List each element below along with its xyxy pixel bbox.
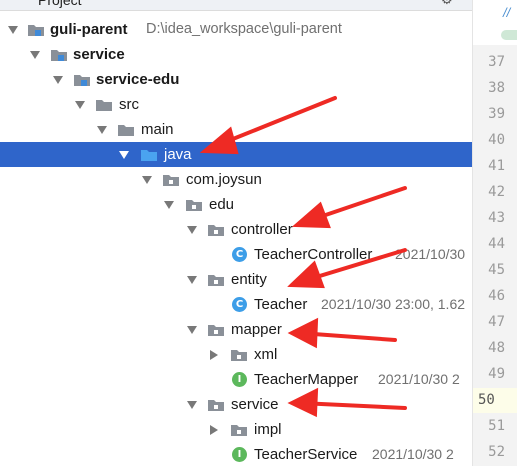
tree-row-teacher-mapper[interactable]: I TeacherMapper 2021/10/30 2 <box>0 367 472 392</box>
tree-row-teacher-service[interactable]: I TeacherService 2021/10/30 2 <box>0 442 472 467</box>
folder-icon <box>118 125 134 136</box>
tree-row-service-module[interactable]: service <box>0 42 472 67</box>
tree-label: main <box>141 121 174 138</box>
folder-icon <box>96 100 112 111</box>
current-line-number: 50 <box>473 388 517 413</box>
tree-row-guli-parent[interactable]: guli-parent D:\idea_workspace\guli-paren… <box>0 17 472 42</box>
file-meta: 2021/10/30 23:00, 1.62 <box>321 296 466 312</box>
module-folder-icon <box>74 75 90 86</box>
tree-label: Teacher <box>254 296 308 313</box>
editor-gutter: // 37 38 39 40 41 42 43 44 45 46 47 48 4… <box>472 0 517 466</box>
line-number: 46 <box>488 288 505 304</box>
tree-label: controller <box>231 221 293 238</box>
tree-label: src <box>119 96 139 113</box>
tree-row-src[interactable]: src <box>0 92 472 117</box>
editor-tab-fragment[interactable]: // <box>503 5 510 20</box>
tree-row-service-package[interactable]: service <box>0 392 472 417</box>
tree-row-teacher-controller[interactable]: C TeacherController 2021/10/30 <box>0 242 472 267</box>
collapse-arrow-icon[interactable] <box>210 425 218 435</box>
settings-gear-icon[interactable]: ⚙ <box>441 0 453 8</box>
line-number: 48 <box>488 340 505 356</box>
tree-row-main[interactable]: main <box>0 117 472 142</box>
line-number: 52 <box>488 444 505 460</box>
line-number: 39 <box>488 106 505 122</box>
class-icon: C <box>232 297 247 312</box>
tree-row-impl[interactable]: impl <box>0 417 472 442</box>
source-folder-icon <box>141 150 157 161</box>
line-number: 51 <box>488 418 505 434</box>
line-number: 47 <box>488 314 505 330</box>
editor-tab-fragment-active[interactable] <box>501 30 517 40</box>
line-number: 43 <box>488 210 505 226</box>
tree-row-com-joysun[interactable]: com.joysun <box>0 167 472 192</box>
tree-row-mapper[interactable]: mapper <box>0 317 472 342</box>
line-number: 40 <box>488 132 505 148</box>
tree-row-teacher[interactable]: C Teacher 2021/10/30 23:00, 1.62 <box>0 292 472 317</box>
package-icon <box>208 325 224 336</box>
file-meta: 2021/10/30 2 <box>378 371 460 387</box>
expand-arrow-icon[interactable] <box>53 76 63 84</box>
package-icon <box>163 175 179 186</box>
line-number: 37 <box>488 54 505 70</box>
tree-label: TeacherMapper <box>254 371 359 388</box>
tree-label: TeacherController <box>254 246 373 263</box>
expand-arrow-icon[interactable] <box>187 276 197 284</box>
line-number: 45 <box>488 262 505 278</box>
tree-label: impl <box>254 421 282 438</box>
line-number: 49 <box>488 366 505 382</box>
tree-label: java <box>164 146 192 163</box>
project-tree: guli-parent D:\idea_workspace\guli-paren… <box>0 10 472 466</box>
tree-row-xml[interactable]: xml <box>0 342 472 367</box>
tree-label: edu <box>209 196 235 213</box>
collapse-arrow-icon[interactable] <box>210 350 218 360</box>
tree-label: xml <box>254 346 278 363</box>
package-icon <box>208 275 224 286</box>
project-path: D:\idea_workspace\guli-parent <box>146 21 342 37</box>
file-meta: 2021/10/30 <box>395 246 466 262</box>
tree-label: TeacherService <box>254 446 358 463</box>
tree-row-service-edu[interactable]: service-edu <box>0 67 472 92</box>
file-meta: 2021/10/30 2 <box>372 446 454 462</box>
tree-row-entity[interactable]: entity <box>0 267 472 292</box>
expand-arrow-icon[interactable] <box>187 226 197 234</box>
tree-label: service <box>231 396 279 413</box>
expand-arrow-icon[interactable] <box>97 126 107 134</box>
line-number: 42 <box>488 184 505 200</box>
expand-arrow-icon[interactable] <box>30 51 40 59</box>
package-icon <box>208 225 224 236</box>
expand-arrow-icon[interactable] <box>75 101 85 109</box>
tree-label: entity <box>231 271 267 288</box>
package-icon <box>231 425 247 436</box>
tree-label: service-edu <box>96 71 180 88</box>
expand-arrow-icon[interactable] <box>187 326 197 334</box>
class-icon: C <box>232 247 247 262</box>
tree-row-java-selected[interactable]: java <box>0 142 472 167</box>
panel-title[interactable]: Project <box>38 0 82 8</box>
tree-label: mapper <box>231 321 282 338</box>
expand-arrow-icon[interactable] <box>142 176 152 184</box>
line-number: 41 <box>488 158 505 174</box>
expand-arrow-icon[interactable] <box>8 26 18 34</box>
interface-icon: I <box>232 372 247 387</box>
package-icon <box>186 200 202 211</box>
module-folder-icon <box>51 50 67 61</box>
tree-row-controller[interactable]: controller <box>0 217 472 242</box>
interface-icon: I <box>232 447 247 462</box>
package-icon <box>208 400 224 411</box>
expand-arrow-icon[interactable] <box>187 401 197 409</box>
tree-label: guli-parent <box>50 21 128 38</box>
tree-row-edu[interactable]: edu <box>0 192 472 217</box>
package-icon <box>231 350 247 361</box>
line-number: 38 <box>488 80 505 96</box>
tree-label: com.joysun <box>186 171 262 188</box>
expand-arrow-icon[interactable] <box>164 201 174 209</box>
module-folder-icon <box>28 25 44 36</box>
tree-label: service <box>73 46 125 63</box>
line-number: 44 <box>488 236 505 252</box>
expand-arrow-icon[interactable] <box>119 151 129 159</box>
